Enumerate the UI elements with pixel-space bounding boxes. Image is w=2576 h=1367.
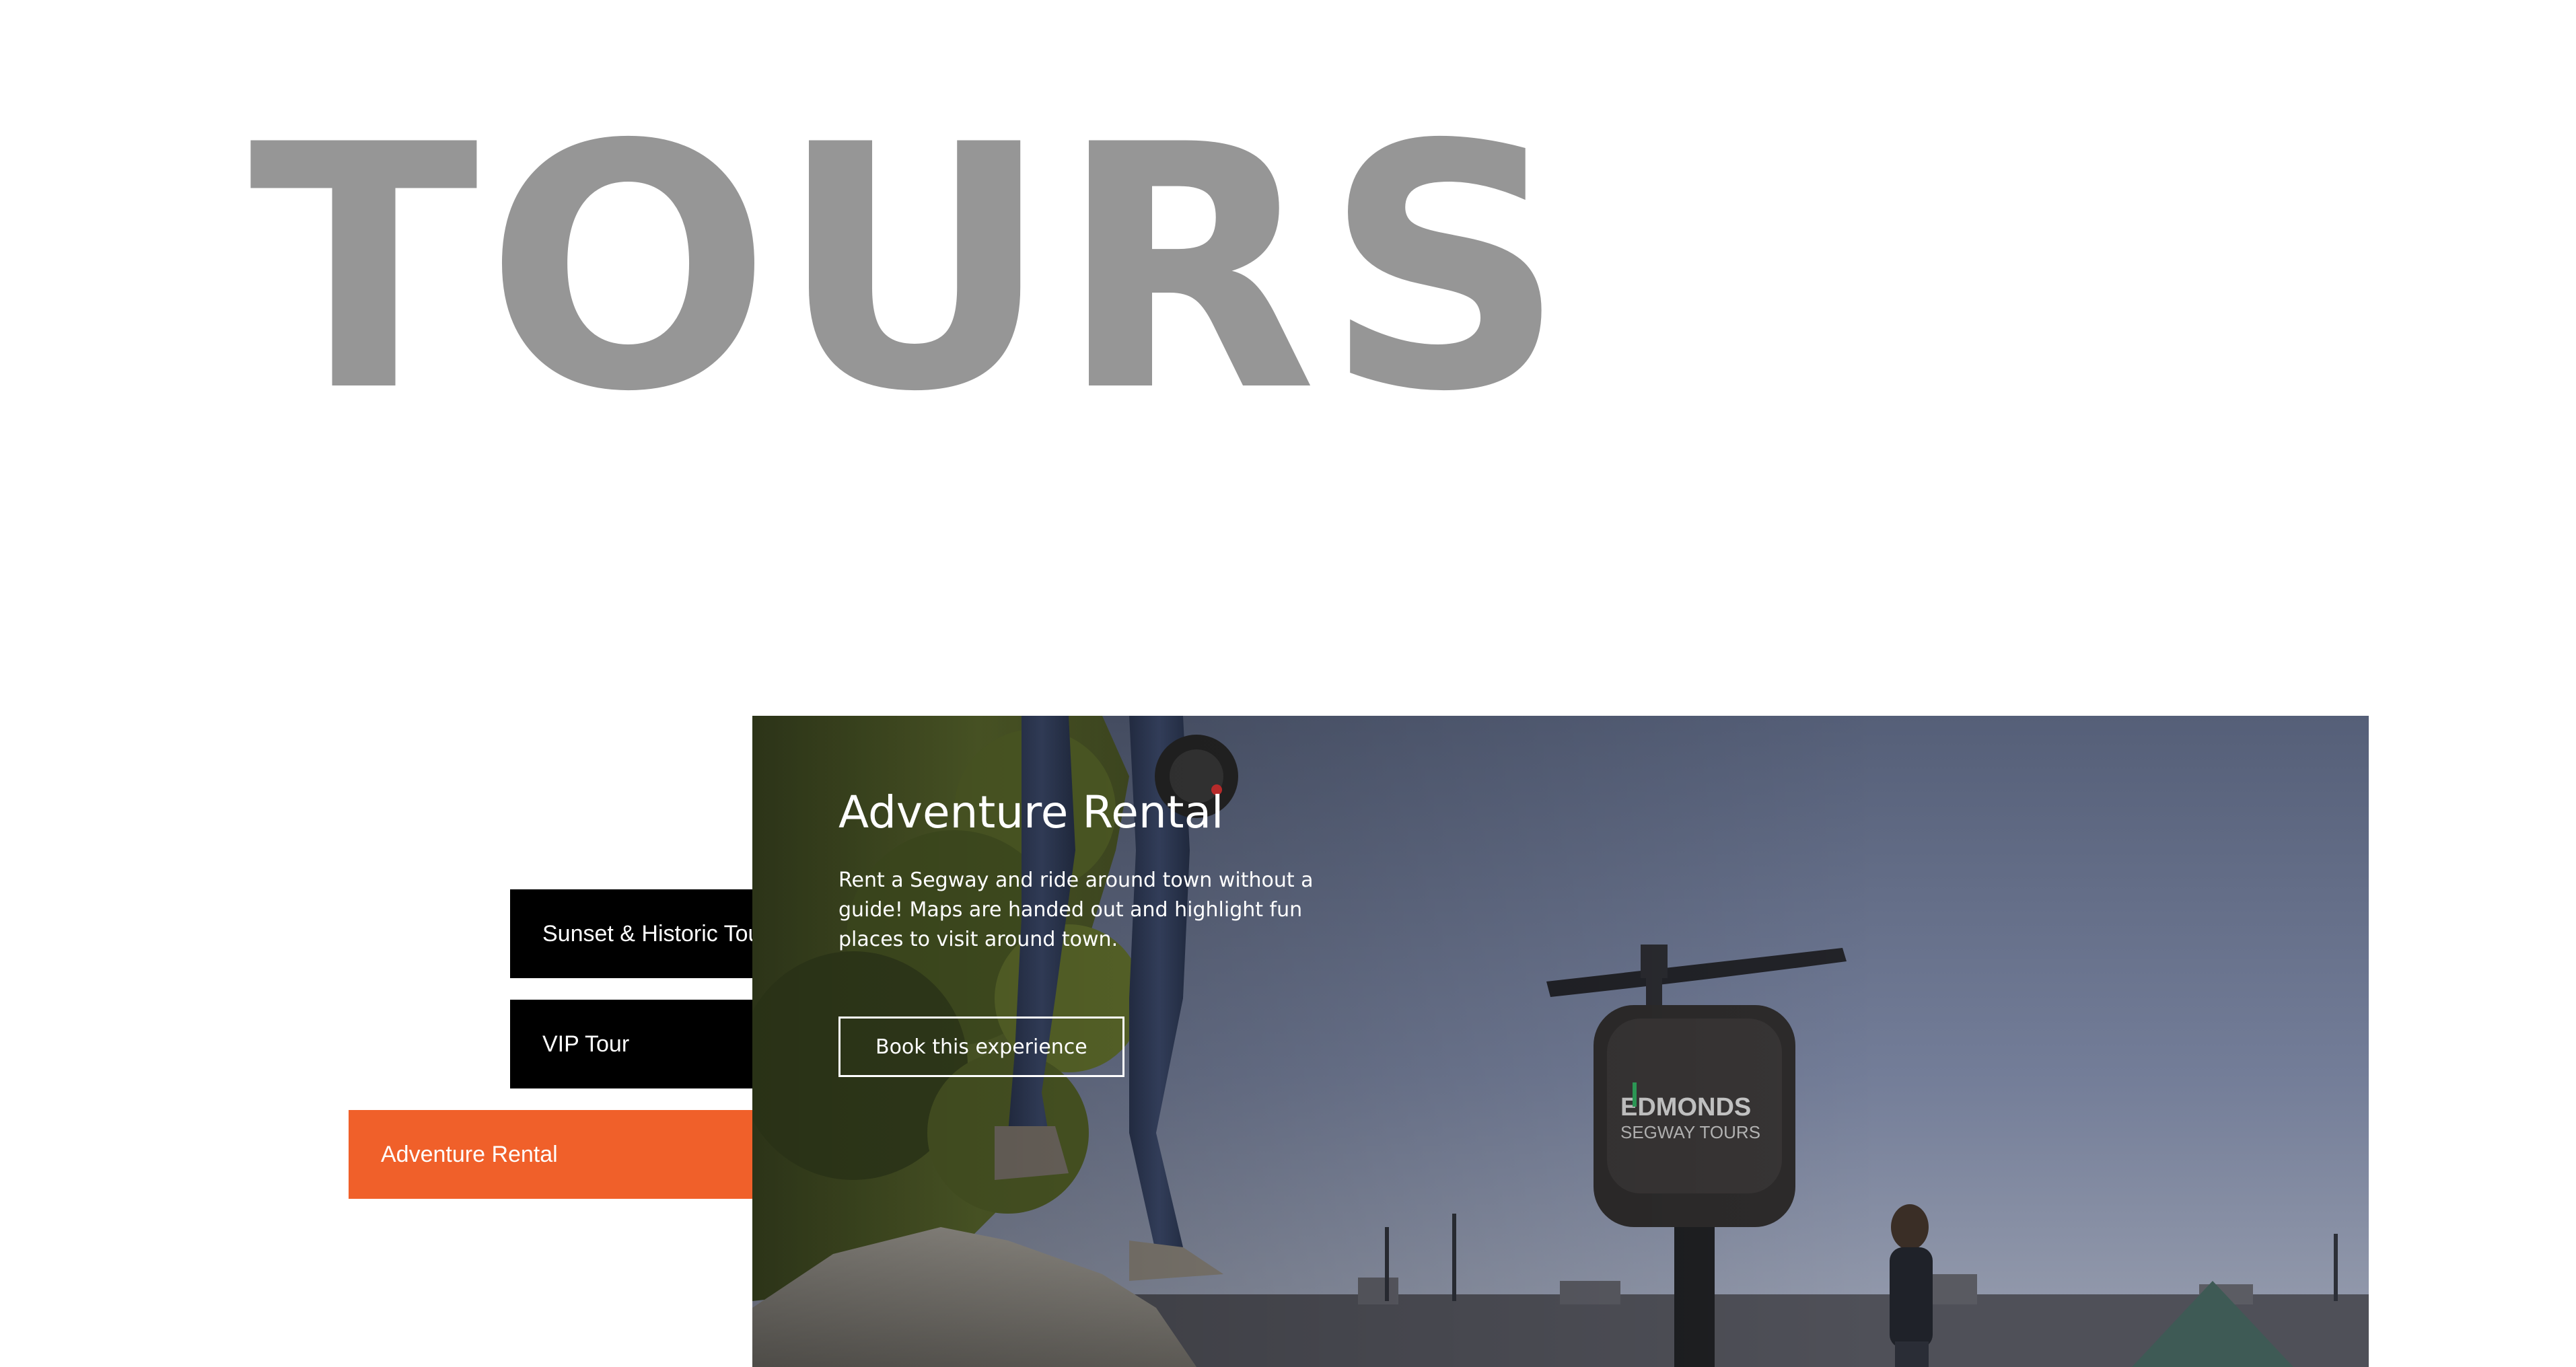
hero-content: Adventure Rental Rent a Segway and ride … <box>838 788 1377 1077</box>
tab-adventure-rental[interactable]: Adventure Rental <box>349 1110 754 1199</box>
tab-vip-tour[interactable]: VIP Tour <box>510 1000 754 1088</box>
tab-label: Sunset & Historic Tour <box>542 920 754 947</box>
tour-hero-panel: EDMONDS SEGWAY TOURS Adventure Rental Re… <box>752 716 2369 1367</box>
page-title: TOURS <box>249 73 1573 465</box>
tab-sunset-historic-tour[interactable]: Sunset & Historic Tour <box>510 889 754 978</box>
hero-description: Rent a Segway and ride around town witho… <box>838 868 1314 951</box>
page: TOURS Sunset & Historic Tour VIP Tour Ad… <box>0 0 2576 1367</box>
tab-label: VIP Tour <box>542 1031 630 1057</box>
tab-label: Adventure Rental <box>381 1141 558 1167</box>
book-experience-button[interactable]: Book this experience <box>838 1016 1124 1077</box>
hero-title: Adventure Rental <box>838 786 1224 838</box>
